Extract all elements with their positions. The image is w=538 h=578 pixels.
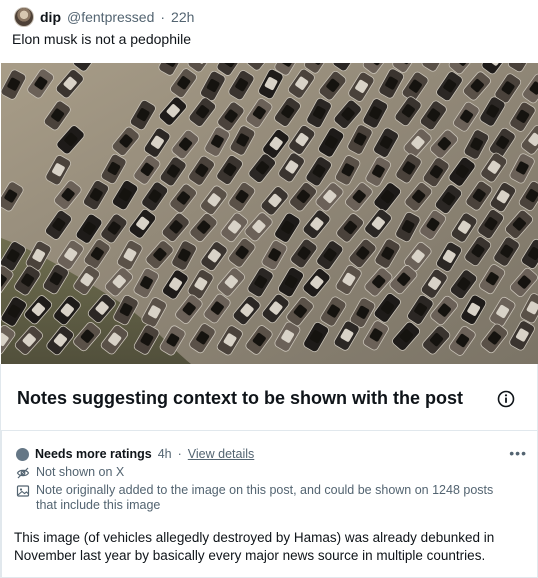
post-time[interactable]: 22h xyxy=(171,9,194,25)
avatar[interactable] xyxy=(14,7,34,27)
author-name[interactable]: dip xyxy=(40,9,61,25)
note-status-row: Needs more ratings 4h · View details xyxy=(16,445,254,463)
community-note: Needs more ratings 4h · View details •••… xyxy=(1,431,538,578)
post-container: dip @fentpressed · 22h Elon musk is not … xyxy=(0,0,538,578)
image-icon xyxy=(16,485,30,497)
author-handle[interactable]: @fentpressed xyxy=(67,9,154,25)
not-shown-row: Not shown on X xyxy=(16,465,124,480)
separator-dot: · xyxy=(160,9,166,25)
note-time: 4h xyxy=(157,447,172,461)
community-notes-card: Notes suggesting context to be shown wit… xyxy=(0,364,538,578)
more-options-icon[interactable]: ••• xyxy=(509,445,527,461)
not-shown-label: Not shown on X xyxy=(36,465,125,479)
post-text: Elon musk is not a pedophile xyxy=(12,31,191,47)
notes-title: Notes suggesting context to be shown wit… xyxy=(17,388,464,408)
separator-dot: · xyxy=(177,447,182,461)
note-status: Needs more ratings xyxy=(35,447,152,461)
info-circle-icon[interactable] xyxy=(497,390,515,408)
view-details-link[interactable]: View details xyxy=(188,447,254,461)
status-dot-icon xyxy=(16,447,29,461)
note-body: This image (of vehicles allegedly destro… xyxy=(14,530,495,563)
eye-slash-icon xyxy=(16,467,30,479)
aerial-photo-burned-cars xyxy=(1,63,538,364)
post-header: dip @fentpressed · 22h xyxy=(14,6,194,28)
image-note-row: Note originally added to the image on th… xyxy=(16,483,516,513)
image-note-label: Note originally added to the image on th… xyxy=(36,483,494,512)
post-image[interactable] xyxy=(1,63,538,364)
